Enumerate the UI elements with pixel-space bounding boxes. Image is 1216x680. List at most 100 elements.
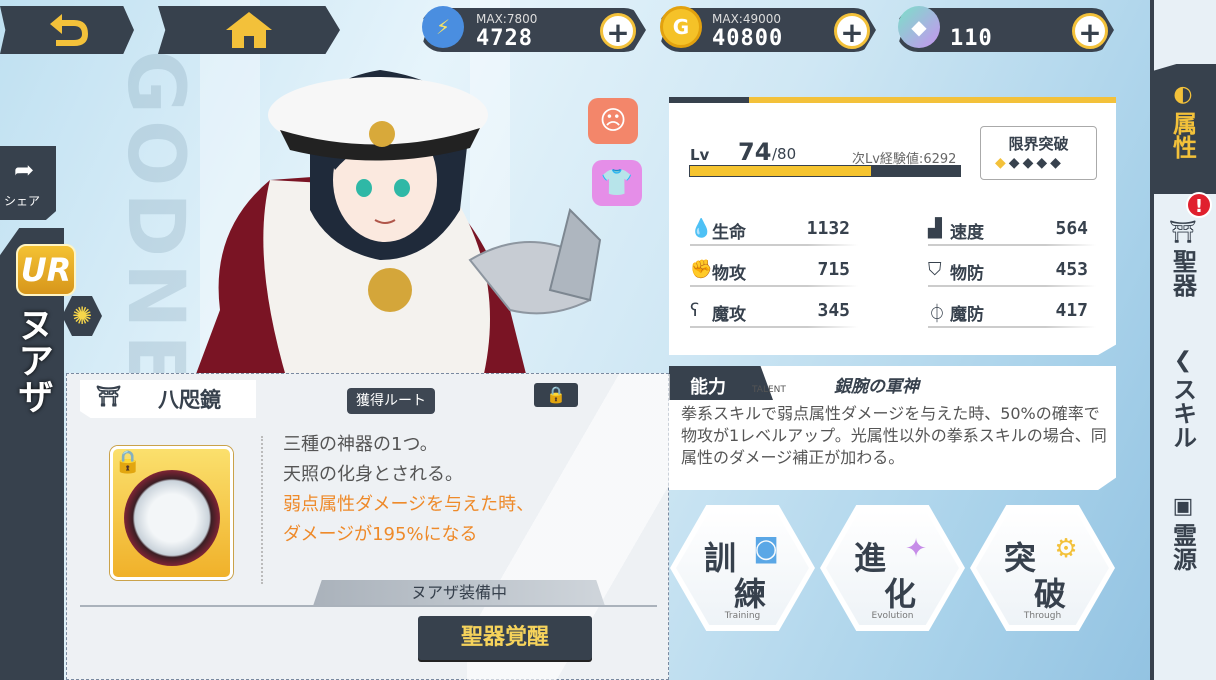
share-label: シェア bbox=[4, 194, 41, 208]
limit-break-diamond: ◆ bbox=[1050, 155, 1064, 171]
spirit-source-icon: ▣ bbox=[1172, 494, 1194, 519]
gem-value: 110 bbox=[950, 26, 993, 51]
add-stamina-button[interactable]: + bbox=[600, 13, 636, 49]
desc-line: 天照の化身とされる。 bbox=[283, 464, 463, 485]
stat-underline bbox=[690, 285, 858, 287]
tab-label: 属性 bbox=[1168, 111, 1197, 159]
level-label: Lv bbox=[690, 146, 710, 164]
relic-icon: ⛩ bbox=[1169, 220, 1197, 245]
lock-icon: 🔒 bbox=[114, 450, 142, 475]
divider bbox=[80, 605, 657, 607]
talent-label: TALENT bbox=[752, 385, 786, 395]
stamina-value: 4728 bbox=[476, 26, 533, 51]
relic-effect: 弱点属性ダメージを与えた時、 ダメージが195%になる bbox=[283, 490, 534, 550]
breakthrough-icon: ⚙ bbox=[1054, 534, 1078, 564]
stat-magic-attack: ʕ 魔攻 345 bbox=[690, 294, 858, 330]
hex-kanji-1: 進 bbox=[854, 539, 887, 577]
hex-kanji-1: 突 bbox=[1004, 539, 1037, 577]
ability-description: 拳系スキルで弱点属性ダメージを与えた時、50%の確率で物攻が1レベルアップ。光属… bbox=[681, 404, 1107, 467]
phys-attack-icon: ✊ bbox=[690, 259, 713, 280]
stat-underline bbox=[690, 244, 858, 246]
lock-button[interactable]: 🔒 bbox=[534, 383, 578, 407]
stat-name: 速度 bbox=[950, 223, 984, 243]
mirror-relic-icon bbox=[124, 470, 220, 566]
exp-bar-fill bbox=[690, 166, 871, 176]
exp-bar bbox=[689, 165, 961, 177]
gold-max: MAX:49000 bbox=[712, 12, 782, 26]
back-arrow-icon bbox=[50, 14, 88, 46]
add-gold-button[interactable]: + bbox=[834, 13, 870, 49]
stat-underline bbox=[928, 285, 1096, 287]
evolution-icon: ✦ bbox=[905, 534, 927, 564]
tab-skill[interactable]: ❮ スキル bbox=[1150, 348, 1216, 478]
level-value: 74 bbox=[738, 138, 772, 166]
stat-name: 魔防 bbox=[950, 305, 984, 325]
stats-accent bbox=[669, 97, 749, 103]
stamina-battery-icon: ⚡ bbox=[422, 6, 464, 48]
tab-label: 霊源 bbox=[1168, 523, 1197, 571]
share-button[interactable]: ➦ シェア bbox=[0, 146, 56, 220]
speed-boot-icon: ▟ bbox=[928, 218, 942, 239]
equipped-status: ヌアザ装備中 bbox=[313, 580, 605, 606]
stat-value: 1132 bbox=[806, 218, 850, 239]
tab-spirit-source[interactable]: ▣ 霊源 bbox=[1150, 494, 1216, 614]
limit-break-box[interactable]: 限界突破 ◆◆◆◆◆ bbox=[980, 126, 1097, 180]
alert-badge: ! bbox=[1186, 192, 1212, 218]
stat-underline bbox=[690, 326, 858, 328]
training-icon: ◙ bbox=[753, 534, 779, 564]
costume-icon[interactable]: 👕 bbox=[592, 160, 642, 206]
relic-description: 三種の神器の1つ。 天照の化身とされる。 bbox=[283, 430, 463, 490]
gold-value: 40800 bbox=[712, 26, 784, 51]
relic-icon: ⛩ bbox=[96, 384, 122, 408]
stat-value: 345 bbox=[817, 300, 850, 321]
stat-phys-defense: ⛉ 物防 453 bbox=[928, 253, 1096, 289]
tab-relic[interactable]: ⛩ 聖器 bbox=[1150, 220, 1216, 330]
stamina-max: MAX:7800 bbox=[476, 12, 538, 26]
phys-defense-icon: ⛉ bbox=[928, 259, 942, 280]
home-button[interactable] bbox=[158, 6, 340, 54]
limit-break-diamond: ◆ bbox=[1008, 155, 1023, 171]
hex-kanji-2: 破 bbox=[1034, 575, 1067, 613]
stat-value: 715 bbox=[817, 259, 850, 280]
ability-name: 銀腕の軍神 bbox=[834, 377, 919, 397]
tab-attributes[interactable]: ◐ 属性 bbox=[1150, 64, 1216, 194]
stat-phys-attack: ✊ 物攻 715 bbox=[690, 253, 858, 289]
limit-break-diamond: ◆ bbox=[1036, 155, 1051, 171]
hex-kanji-1: 訓 bbox=[704, 539, 737, 577]
stat-name: 生命 bbox=[712, 223, 746, 243]
stat-name: 魔攻 bbox=[712, 305, 746, 325]
share-icon: ➦ bbox=[14, 156, 35, 184]
stat-underline bbox=[928, 244, 1096, 246]
relic-awaken-button[interactable]: 聖器覚醒 bbox=[418, 616, 592, 660]
crystal-icon: ◆ bbox=[898, 6, 940, 48]
effect-line: ダメージが195%になる bbox=[283, 524, 478, 545]
magic-defense-icon: ⏀ bbox=[928, 304, 946, 325]
gold-coin-icon: G bbox=[660, 6, 702, 48]
limit-break-diamonds: ◆◆◆◆◆ bbox=[995, 155, 1064, 171]
stat-name: 物攻 bbox=[712, 264, 746, 284]
stat-magic-defense: ⏀ 魔防 417 bbox=[928, 294, 1096, 330]
hex-kanji-2: 練 bbox=[734, 575, 767, 613]
tab-label: 聖器 bbox=[1168, 249, 1197, 297]
hex-kanji-2: 化 bbox=[884, 575, 917, 613]
attribute-icon: ◐ bbox=[1173, 82, 1193, 107]
back-button[interactable] bbox=[0, 6, 134, 54]
stat-underline bbox=[928, 326, 1096, 328]
desc-line: 三種の神器の1つ。 bbox=[283, 434, 438, 455]
add-gem-button[interactable]: + bbox=[1072, 13, 1108, 49]
stat-value: 564 bbox=[1055, 218, 1088, 239]
tab-label: スキル bbox=[1168, 377, 1197, 449]
emotion-icon[interactable]: ☹ bbox=[588, 98, 638, 144]
stat-name: 物防 bbox=[950, 264, 984, 284]
limit-break-diamond: ◆ bbox=[1022, 155, 1037, 171]
character-name: ヌアザ bbox=[12, 306, 53, 414]
divider bbox=[261, 436, 263, 584]
magic-attack-icon: ʕ bbox=[690, 300, 700, 321]
stat-value: 417 bbox=[1055, 300, 1088, 321]
stat-speed: ▟ 速度 564 bbox=[928, 212, 1096, 248]
effect-line: 弱点属性ダメージを与えた時、 bbox=[283, 494, 535, 515]
home-icon bbox=[226, 12, 272, 48]
relic-title: 八咫鏡 bbox=[158, 388, 221, 412]
acquire-route-button[interactable]: 獲得ルート bbox=[347, 388, 435, 414]
stat-hp: 💧 生命 1132 bbox=[690, 212, 858, 248]
